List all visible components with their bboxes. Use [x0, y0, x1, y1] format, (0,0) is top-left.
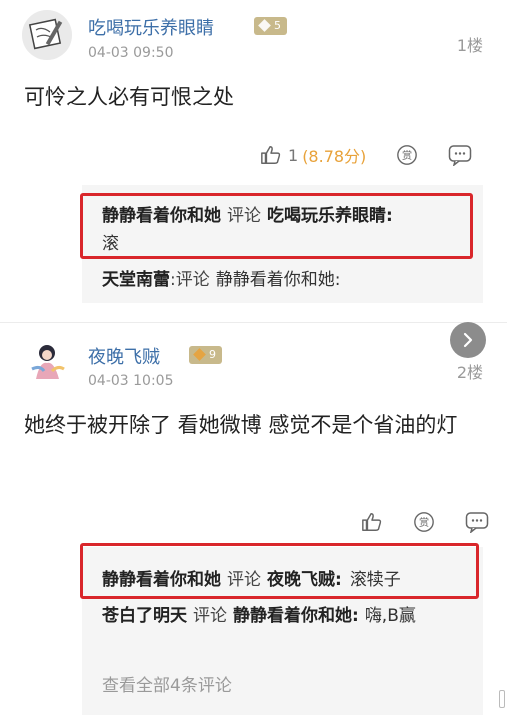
- highlight-box: [80, 193, 473, 259]
- level-badge: 5: [254, 17, 287, 35]
- username[interactable]: 夜晚飞贼: [88, 343, 160, 369]
- scrollbar[interactable]: [499, 690, 505, 708]
- post-1: 吃喝玩乐养眼睛 5 04-03 09:50 1楼 可怜之人必有可恨之处 1 (8…: [0, 0, 507, 322]
- username[interactable]: 吃喝玩乐养眼睛: [88, 14, 214, 40]
- reward-icon: 赏: [397, 145, 418, 165]
- post-content: 她终于被开除了 看她微博 感觉不是个省油的灯: [24, 413, 458, 437]
- highlight-box: [80, 543, 479, 599]
- diamond-icon: [258, 19, 271, 32]
- level-value: 9: [209, 348, 216, 361]
- like-button[interactable]: 1 (8.78分): [260, 143, 366, 167]
- reward-button[interactable]: 赏: [413, 511, 435, 533]
- reward-button[interactable]: 赏: [396, 144, 418, 166]
- reply-target[interactable]: 静静看着你和她:: [233, 606, 359, 626]
- floor-number: 2楼: [456, 363, 483, 382]
- comment-icon: [465, 512, 489, 533]
- reply-target[interactable]: 静静看着你和她:: [216, 270, 341, 290]
- svg-text:赏: 赏: [419, 517, 429, 529]
- chevron-right-icon: [463, 332, 473, 348]
- like-count: 1: [288, 145, 299, 165]
- post-time: 04-03 09:50: [88, 45, 174, 61]
- comment-button[interactable]: [465, 511, 489, 533]
- post-time: 04-03 10:05: [88, 373, 174, 389]
- post-actions: 1 (8.78分) 赏: [260, 142, 489, 168]
- reply-item[interactable]: 天堂南蕾:评论 静静看着你和她:: [102, 267, 469, 293]
- floor-number: 1楼: [456, 36, 483, 55]
- level-value: 5: [274, 19, 281, 32]
- avatar[interactable]: [22, 10, 72, 60]
- view-all-comments-link[interactable]: 查看全部4条评论: [102, 671, 232, 696]
- like-icon: [362, 513, 382, 531]
- level-badge: 9: [189, 346, 222, 364]
- reply-author[interactable]: 苍白了明天: [102, 606, 187, 626]
- reply-item[interactable]: 苍白了明天 评论 静静看着你和她: 嗨,B赢: [102, 603, 443, 629]
- post-actions: 赏: [361, 509, 489, 535]
- comment-icon: [449, 145, 472, 166]
- post-2: 夜晚飞贼 9 04-03 10:05 2楼 她终于被开除了 看她微博 感觉不是个…: [0, 322, 507, 718]
- reply-author[interactable]: 天堂南蕾: [102, 270, 170, 290]
- reply-text: 嗨,B赢: [364, 606, 416, 626]
- reply-verb: 评论: [193, 606, 227, 626]
- avatar[interactable]: [22, 335, 72, 385]
- reply-verb: :评论: [170, 270, 210, 290]
- svg-text:赏: 赏: [402, 150, 412, 162]
- post-content: 可怜之人必有可恨之处: [24, 85, 234, 109]
- like-icon: [261, 146, 281, 164]
- score: (8.78分): [302, 147, 367, 166]
- like-button[interactable]: [361, 511, 383, 533]
- reward-icon: 赏: [414, 512, 434, 532]
- comment-button[interactable]: [448, 144, 472, 166]
- next-button[interactable]: [450, 322, 486, 358]
- diamond-icon: [193, 348, 206, 361]
